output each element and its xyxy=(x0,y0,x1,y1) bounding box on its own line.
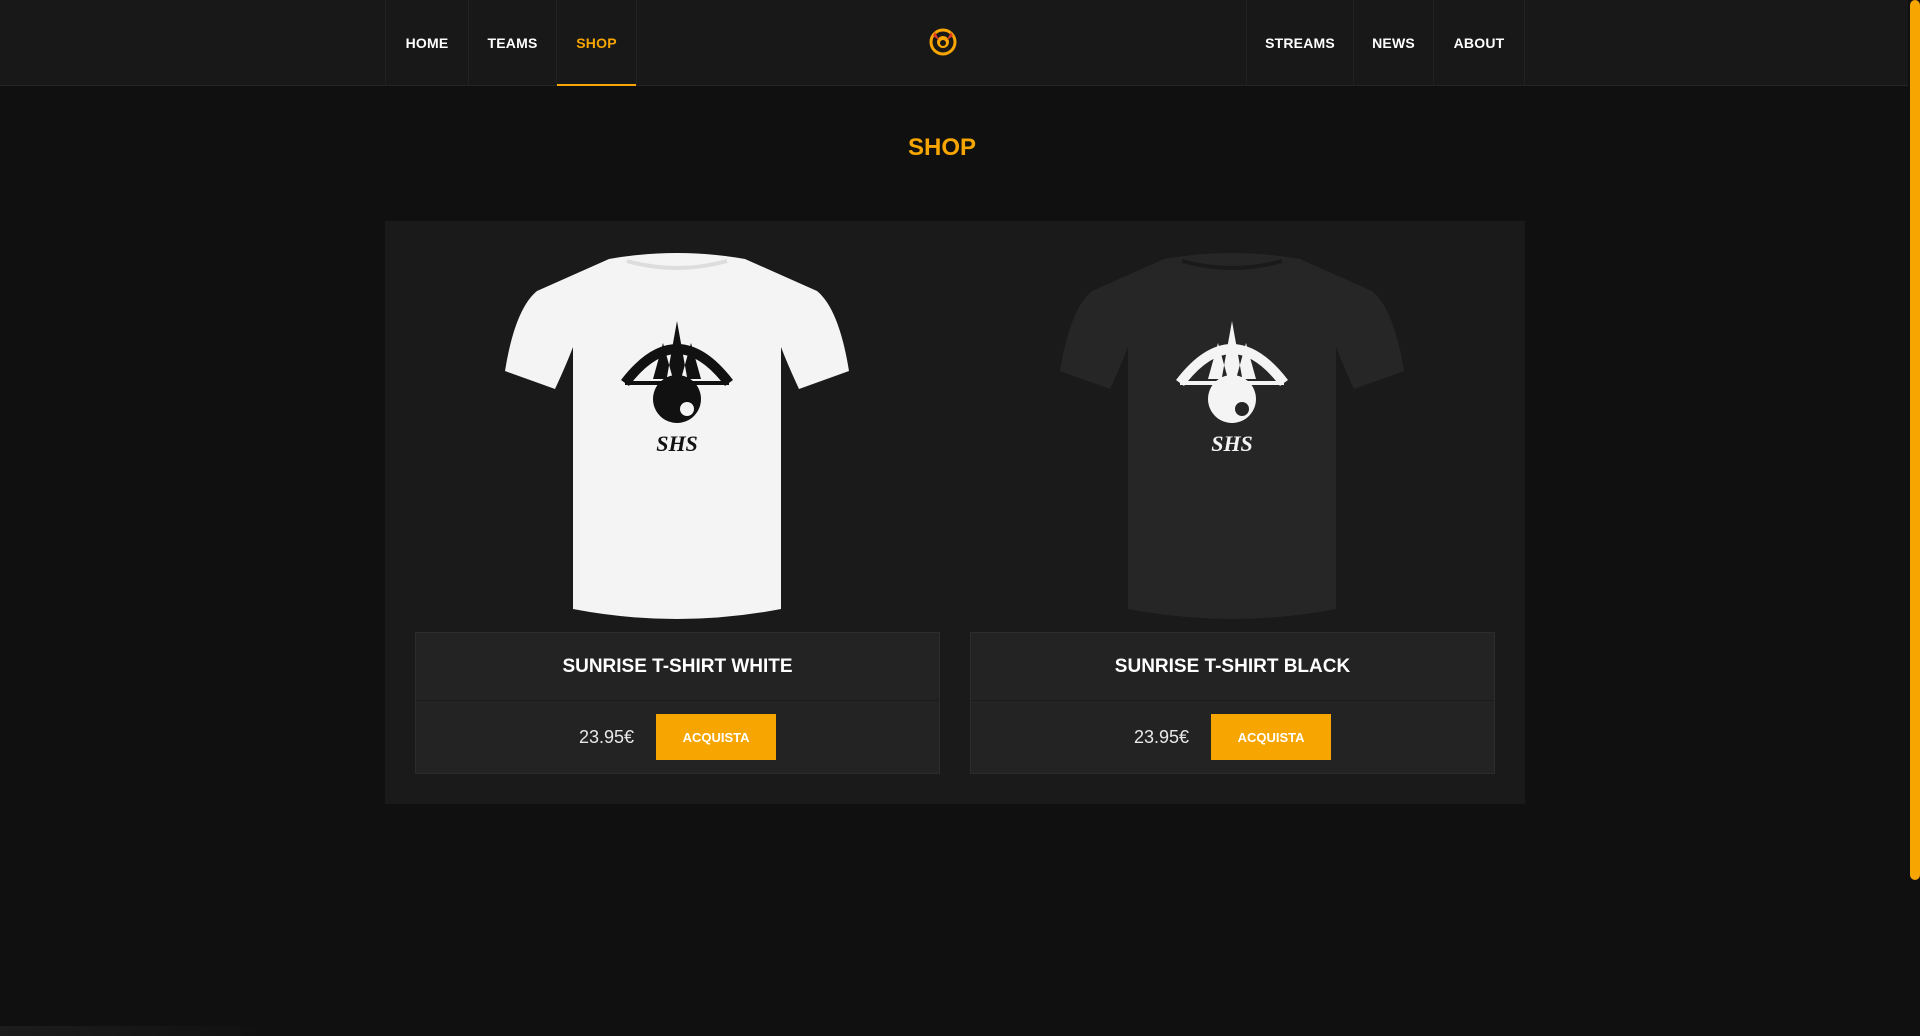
navbar: HOME TEAMS SHOP STREAMS NEWS ABOUT xyxy=(0,0,1920,86)
svg-text:SHS: SHS xyxy=(1211,431,1253,456)
nav-teams[interactable]: TEAMS xyxy=(469,0,557,86)
bottom-shadow xyxy=(0,1026,270,1036)
sunrise-logo-icon[interactable] xyxy=(929,28,957,56)
shop-panel: SHS SUNRISE T-SHIRT WHITE 23.95€ ACQUIST… xyxy=(385,221,1525,804)
buy-button[interactable]: ACQUISTA xyxy=(656,714,777,760)
nav-news[interactable]: NEWS xyxy=(1354,0,1434,86)
product-buy-row: 23.95€ ACQUISTA xyxy=(416,701,939,773)
page-title: SHOP xyxy=(907,134,976,161)
product-name: SUNRISE T-SHIRT BLACK xyxy=(971,633,1494,701)
tshirt-black-image[interactable]: SHS xyxy=(1032,239,1432,639)
nav-right: STREAMS NEWS ABOUT xyxy=(1246,0,1525,86)
nav-shop[interactable]: SHOP xyxy=(557,0,637,86)
product-info: SUNRISE T-SHIRT WHITE 23.95€ ACQUISTA xyxy=(415,632,940,774)
product-price: 23.95€ xyxy=(1133,726,1190,747)
product-price: 23.95€ xyxy=(578,726,635,747)
tshirt-white-image[interactable]: SHS xyxy=(477,239,877,639)
scrollbar-track[interactable] xyxy=(1908,0,1920,1036)
scrollbar-thumb[interactable] xyxy=(1910,0,1920,880)
svg-text:SHS: SHS xyxy=(656,431,698,456)
nav-about[interactable]: ABOUT xyxy=(1434,0,1525,86)
nav-streams[interactable]: STREAMS xyxy=(1247,0,1354,86)
nav-home[interactable]: HOME xyxy=(386,0,469,86)
product-name: SUNRISE T-SHIRT WHITE xyxy=(416,633,939,701)
product-info: SUNRISE T-SHIRT BLACK 23.95€ ACQUISTA xyxy=(970,632,1495,774)
product-buy-row: 23.95€ ACQUISTA xyxy=(971,701,1494,773)
nav-left: HOME TEAMS SHOP xyxy=(385,0,637,86)
buy-button[interactable]: ACQUISTA xyxy=(1211,714,1332,760)
